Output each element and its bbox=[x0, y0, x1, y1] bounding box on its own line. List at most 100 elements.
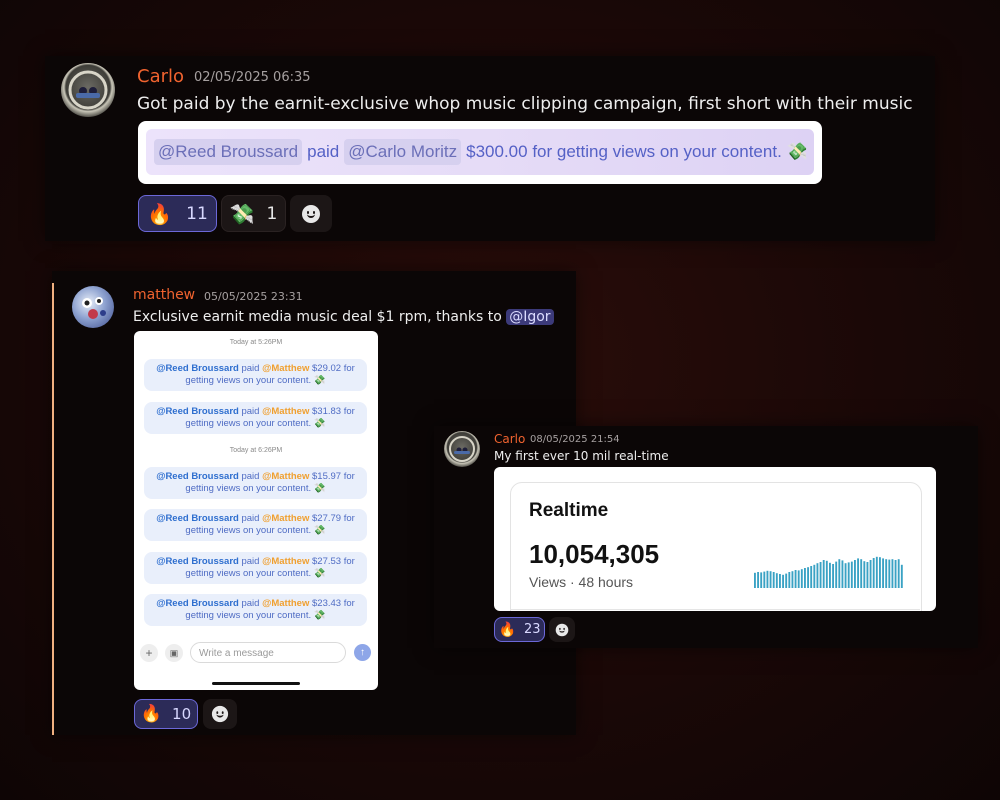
realtime-bar bbox=[841, 560, 844, 588]
payment-bubble: @Reed Broussard paid @Matthew $27.53 for… bbox=[144, 552, 367, 584]
payment-amount: $15.97 for bbox=[312, 471, 355, 482]
realtime-bar bbox=[810, 566, 813, 588]
realtime-bar bbox=[782, 574, 785, 588]
payee-mention[interactable]: @Carlo Moritz bbox=[344, 139, 462, 165]
realtime-bar bbox=[763, 571, 766, 588]
payer-mention[interactable]: @Reed Broussard bbox=[154, 139, 303, 165]
realtime-bar bbox=[822, 560, 825, 588]
paid-label: paid bbox=[241, 598, 260, 609]
payment-suffix: getting views on your content. 💸 bbox=[185, 418, 326, 429]
paid-label: paid bbox=[241, 406, 260, 417]
realtime-bar bbox=[794, 570, 797, 588]
payments-screenshot: Today at 5:26PM @Reed Broussard paid @Ma… bbox=[134, 331, 378, 690]
highlight-bar bbox=[52, 283, 54, 735]
reaction-fire[interactable]: 🔥 10 bbox=[134, 699, 198, 729]
payee-mention: @Matthew bbox=[262, 598, 310, 609]
payee-mention: @Matthew bbox=[262, 363, 310, 374]
smiley-icon bbox=[555, 623, 569, 636]
payment-amount: $23.43 for bbox=[312, 598, 355, 609]
fire-icon: 🔥 bbox=[147, 201, 173, 226]
timestamp: 08/05/2025 21:54 bbox=[530, 434, 620, 445]
realtime-bar bbox=[872, 558, 875, 588]
realtime-bar bbox=[897, 559, 900, 588]
reaction-count: 23 bbox=[523, 622, 541, 637]
realtime-bar bbox=[757, 572, 760, 588]
realtime-bar bbox=[825, 560, 828, 588]
avatar-carlo[interactable] bbox=[61, 63, 115, 117]
realtime-bar bbox=[829, 562, 831, 588]
username[interactable]: Carlo bbox=[494, 432, 525, 446]
mention-igor[interactable]: @Igor bbox=[506, 309, 554, 325]
realtime-bar-chart bbox=[754, 556, 903, 588]
payment-amount: $29.02 for bbox=[312, 363, 355, 374]
payment-bubble: @Reed Broussard paid @Matthew $29.02 for… bbox=[144, 359, 367, 391]
paid-label: paid bbox=[241, 513, 260, 524]
realtime-bar bbox=[860, 559, 863, 588]
payment-embed: @Reed Broussard paid @Carlo Moritz $300.… bbox=[138, 121, 822, 184]
payer-mention: @Reed Broussard bbox=[156, 513, 239, 524]
realtime-bar bbox=[900, 564, 903, 588]
avatar-image-icon bbox=[68, 70, 108, 110]
fire-icon: 🔥 bbox=[140, 704, 163, 724]
realtime-bar bbox=[791, 571, 794, 588]
plus-icon: + bbox=[140, 644, 158, 662]
reaction-money[interactable]: 💸 1 bbox=[221, 195, 286, 232]
realtime-title: Realtime bbox=[529, 500, 609, 521]
realtime-bar bbox=[888, 559, 891, 588]
message-text: My first ever 10 mil real-time bbox=[494, 449, 669, 463]
realtime-bar bbox=[775, 573, 778, 588]
fire-icon: 🔥 bbox=[498, 621, 516, 638]
username[interactable]: Carlo bbox=[137, 66, 184, 87]
payer-mention: @Reed Broussard bbox=[156, 406, 239, 417]
reaction-count: 10 bbox=[172, 705, 192, 723]
realtime-bar bbox=[816, 563, 819, 588]
day-label: Today at 5:26PM bbox=[229, 339, 283, 346]
reaction-fire[interactable]: 🔥 23 bbox=[494, 617, 545, 642]
add-reaction-button[interactable] bbox=[549, 617, 575, 642]
payment-amount: $27.53 for bbox=[312, 556, 355, 567]
payment-bubble: @Reed Broussard paid @Matthew $27.79 for… bbox=[144, 509, 367, 541]
payment-bubble: @Reed Broussard paid @Matthew $31.83 for… bbox=[144, 402, 367, 434]
avatar-image-icon bbox=[449, 436, 475, 462]
day-label: Today at 6:26PM bbox=[229, 447, 283, 454]
add-reaction-button[interactable] bbox=[203, 699, 237, 729]
realtime-bar bbox=[807, 567, 810, 588]
payment-suffix: getting views on your content. 💸 bbox=[185, 525, 326, 536]
realtime-bar bbox=[835, 561, 838, 588]
realtime-bar bbox=[850, 561, 853, 588]
money-wings-icon: 💸 bbox=[229, 201, 255, 226]
realtime-views-value: 10,054,305 bbox=[529, 539, 660, 569]
reaction-count: 1 bbox=[266, 203, 278, 224]
payee-mention: @Matthew bbox=[262, 556, 310, 567]
realtime-bar bbox=[838, 559, 841, 588]
payment-notice: @Reed Broussard paid @Carlo Moritz $300.… bbox=[146, 129, 814, 175]
payment-amount: $31.83 for bbox=[312, 406, 355, 417]
realtime-screenshot: Realtime 10,054,305 Views · 48 hours bbox=[494, 467, 936, 611]
payee-mention: @Matthew bbox=[262, 471, 310, 482]
avatar-matthew[interactable] bbox=[72, 286, 114, 328]
timestamp: 05/05/2025 23:31 bbox=[204, 290, 303, 303]
payment-bubble: @Reed Broussard paid @Matthew $15.97 for… bbox=[144, 467, 367, 499]
compose-bar: + ▣ Write a message ↑ bbox=[134, 641, 378, 665]
payment-bubble: @Reed Broussard paid @Matthew $23.43 for… bbox=[144, 594, 367, 626]
avatar-image-icon bbox=[82, 297, 106, 319]
avatar-carlo[interactable] bbox=[444, 431, 480, 467]
realtime-bar bbox=[844, 563, 847, 588]
realtime-card: Realtime 10,054,305 Views · 48 hours bbox=[510, 482, 922, 611]
realtime-bar bbox=[785, 573, 788, 588]
paid-label: paid bbox=[241, 556, 260, 567]
realtime-bar bbox=[769, 571, 772, 588]
payer-mention: @Reed Broussard bbox=[156, 556, 239, 567]
realtime-bar bbox=[891, 559, 894, 588]
payment-suffix: getting views on your content. 💸 bbox=[185, 375, 326, 386]
reaction-fire[interactable]: 🔥 11 bbox=[138, 195, 217, 232]
realtime-bar bbox=[866, 562, 869, 588]
add-reaction-button[interactable] bbox=[290, 195, 332, 232]
realtime-bar bbox=[772, 572, 775, 588]
payer-mention: @Reed Broussard bbox=[156, 471, 239, 482]
payee-mention: @Matthew bbox=[262, 513, 310, 524]
payer-mention: @Reed Broussard bbox=[156, 598, 239, 609]
username[interactable]: matthew bbox=[133, 287, 195, 303]
send-icon: ↑ bbox=[354, 644, 371, 661]
payment-suffix: getting views on your content. 💸 bbox=[185, 610, 326, 621]
